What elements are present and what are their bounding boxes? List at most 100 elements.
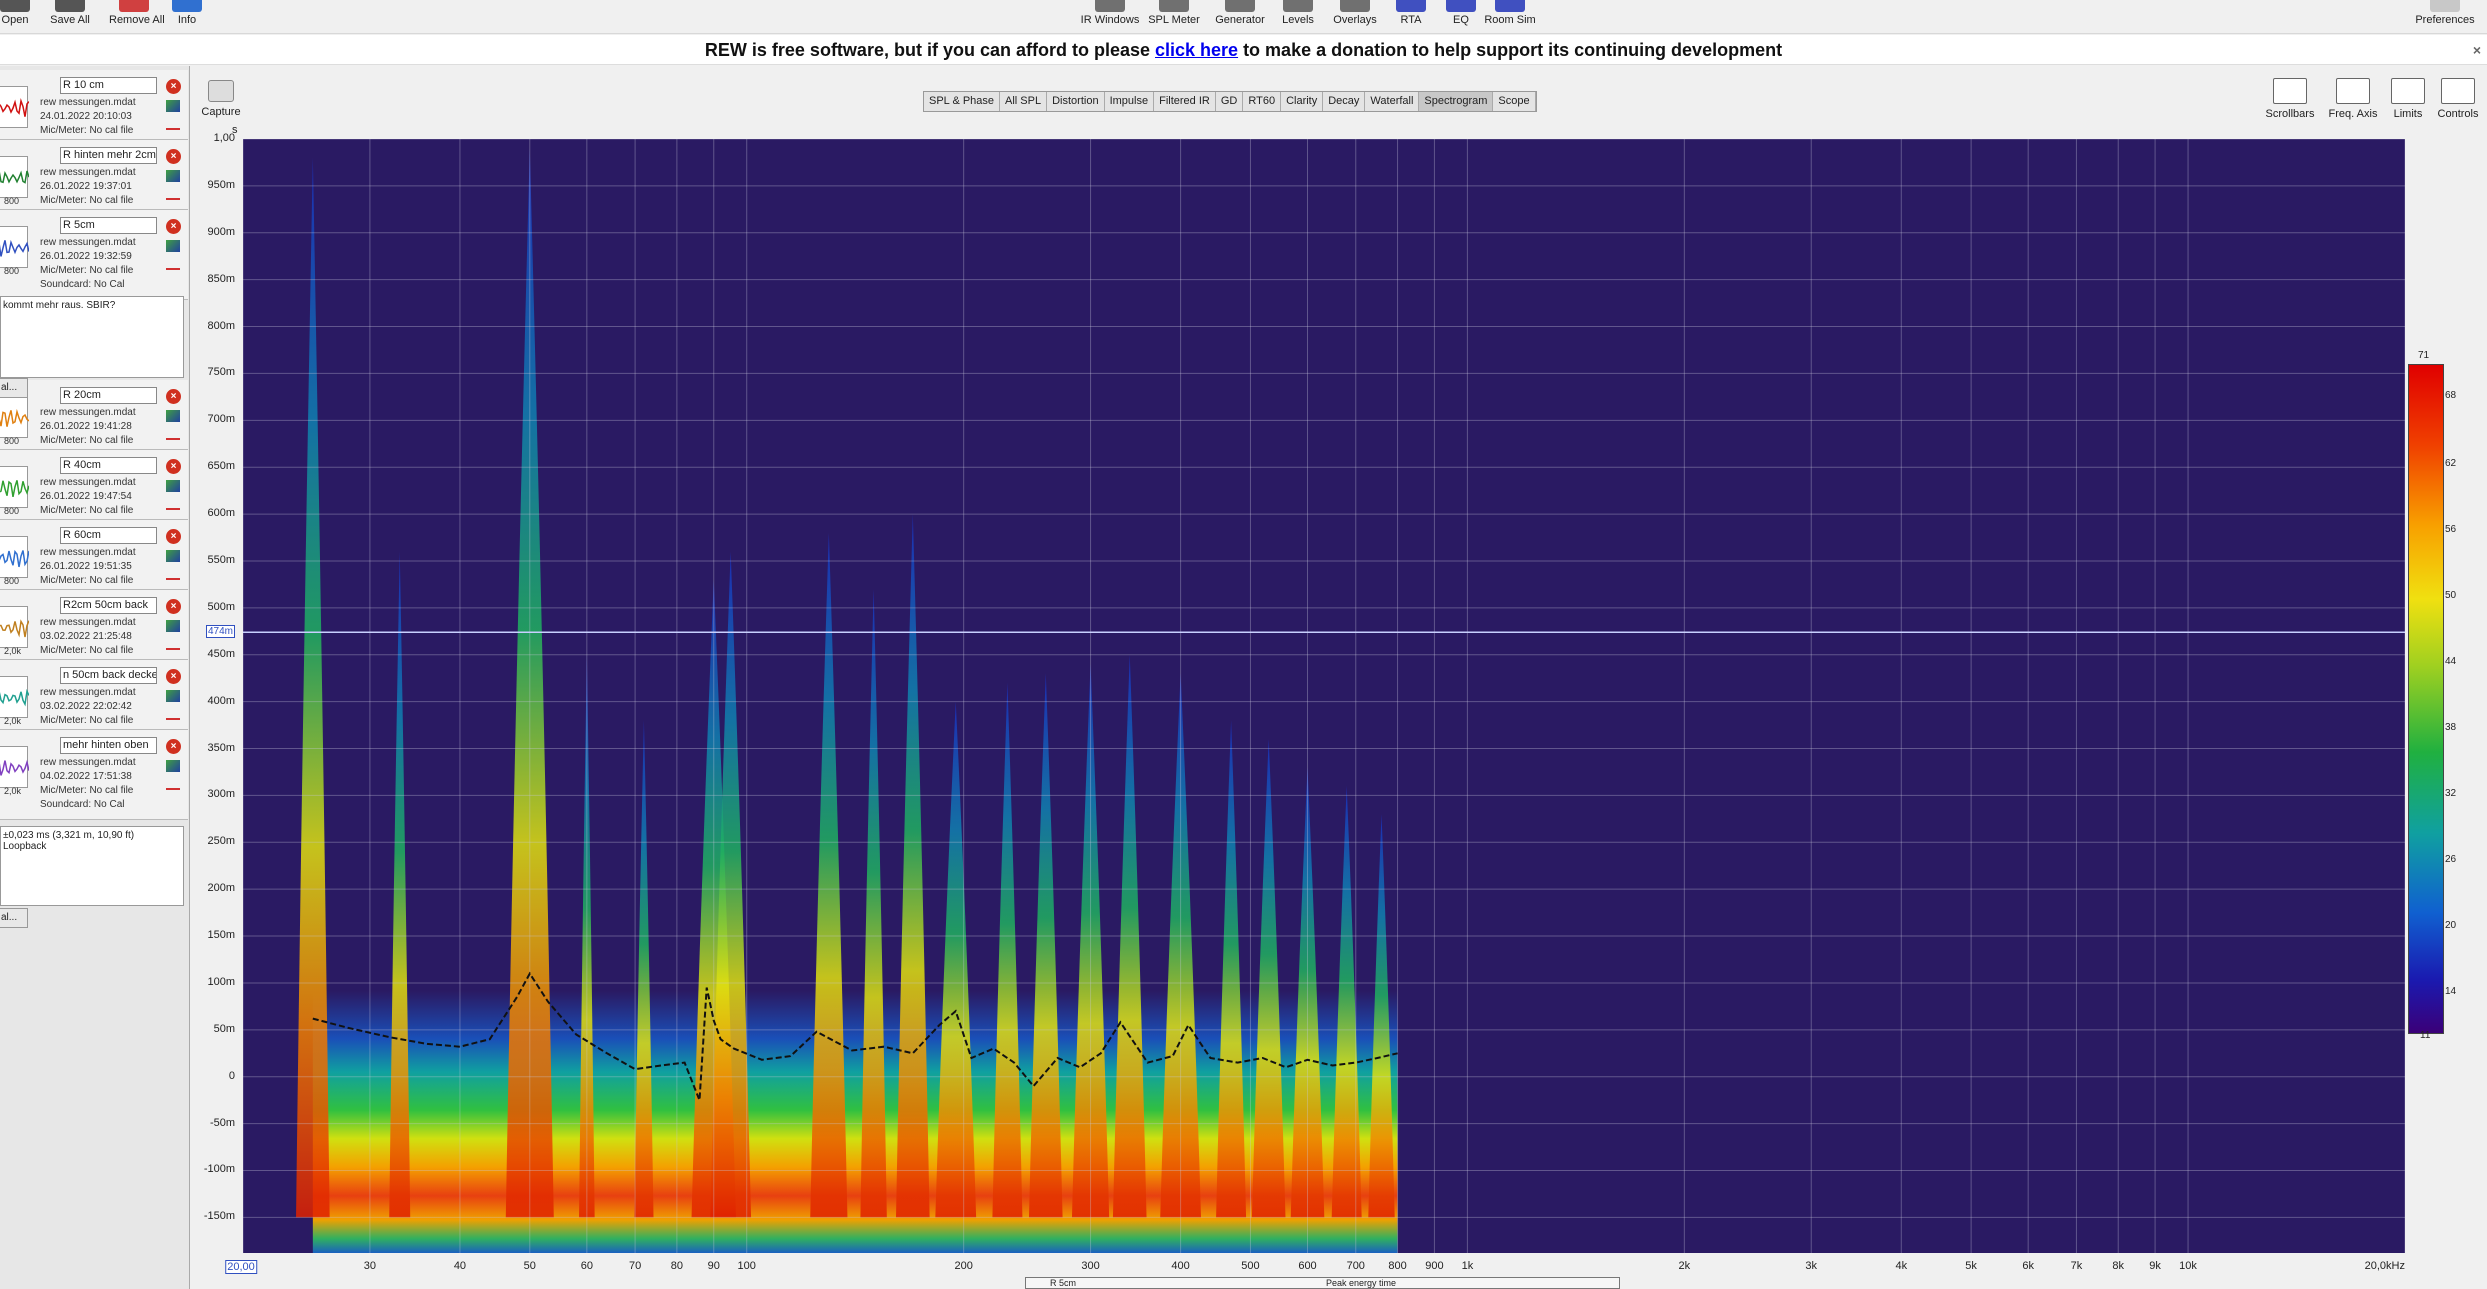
tab-distortion[interactable]: Distortion [1047,92,1105,111]
measurement-date: 26.01.2022 19:47:54 [40,491,132,502]
thumb-range: 800 [4,576,20,586]
room-sim-button[interactable]: Room Sim [1478,0,1542,32]
edit-pen-icon[interactable] [166,568,180,580]
remove-measurement-icon[interactable]: × [166,529,181,544]
x-tick-label: 200 [954,1260,973,1272]
color-chart-icon[interactable] [166,760,180,772]
edit-pen-icon[interactable] [166,118,180,130]
measurement-card[interactable]: 800 R 5cm rew messungen.mdat 26.01.2022 19:… [0,210,188,300]
measurement-card[interactable]: 800 R 40cm rew messungen.mdat 26.01.2022 19… [0,450,188,520]
generator-button[interactable]: Generator [1208,0,1272,32]
tab-spl-phase[interactable]: SPL & Phase [924,92,1001,111]
preferences-button[interactable]: Preferences [2410,0,2480,32]
measurement-sidebar: R 10 cm rew messungen.mdat 24.01.2022 20:1… [0,66,190,1289]
measurement-thumbnail[interactable] [0,86,30,128]
controls-button[interactable]: Controls [2430,78,2486,120]
measurement-name-field[interactable]: R 40cm [60,457,157,474]
edit-pen-icon[interactable] [166,188,180,200]
banner-close-button[interactable]: × [2473,35,2481,65]
notes-box-1[interactable]: kommt mehr raus. SBIR? [0,296,184,378]
y-tick-label: 850m [207,272,235,285]
edit-pen-icon[interactable] [166,708,180,720]
measurement-card[interactable]: 800 R 60cm rew messungen.mdat 26.01.2022 19… [0,520,188,590]
remove-measurement-icon[interactable]: × [166,219,181,234]
tab-scope[interactable]: Scope [1493,92,1536,111]
tab-all-spl[interactable]: All SPL [1000,92,1048,111]
remove-measurement-icon[interactable]: × [166,669,181,684]
remove-measurement-icon[interactable]: × [166,389,181,404]
donation-link[interactable]: click here [1155,40,1238,60]
edit-pen-icon[interactable] [166,638,180,650]
x-tick-label: 900 [1425,1260,1444,1272]
spl-meter-icon [1159,0,1189,12]
remove-measurement-icon[interactable]: × [166,739,181,754]
measurement-name-field[interactable]: R 10 cm [60,77,157,94]
measurement-card[interactable]: 800 R 20cm rew messungen.mdat 26.01.2022 19… [0,380,188,450]
measurement-card[interactable]: 2,0k R2cm 50cm back rew messungen.mdat 03.0… [0,590,188,660]
measurement-name-field[interactable]: R 60cm [60,527,157,544]
measurement-name-field[interactable]: R hinten mehr 2cm [60,147,157,164]
edit-pen-icon[interactable] [166,778,180,790]
color-chart-icon[interactable] [166,480,180,492]
measurement-card[interactable]: 2,0k n 50cm back decke rew messungen.mdat 0… [0,660,188,730]
spl-meter-button[interactable]: SPL Meter [1142,0,1206,32]
measurement-card[interactable]: 2,0k mehr hinten oben rew messungen.mdat 04… [0,730,188,820]
x-tick-label: 10k [2179,1260,2197,1272]
capture-button[interactable]: Capture [198,80,244,118]
measurement-thumbnail[interactable] [0,226,30,268]
measurement-thumbnail[interactable] [0,606,30,648]
measurement-thumbnail[interactable] [0,676,30,718]
measurement-name-field[interactable]: R 5cm [60,217,157,234]
open-button[interactable]: Open [0,0,40,32]
cal-button-1[interactable]: al... [0,378,28,398]
color-chart-icon[interactable] [166,550,180,562]
measurement-file: rew messungen.mdat [40,407,136,418]
color-chart-icon[interactable] [166,170,180,182]
ir-windows-button[interactable]: IR Windows [1078,0,1142,32]
save-all-button[interactable]: Save All [45,0,95,32]
measurement-thumbnail[interactable] [0,466,30,508]
notes-box-2[interactable]: ±0,023 ms (3,321 m, 10,90 ft) Loopback [0,826,184,906]
edit-pen-icon[interactable] [166,428,180,440]
freq-axis-button[interactable]: Freq. Axis [2325,78,2381,120]
color-chart-icon[interactable] [166,100,180,112]
edit-pen-icon[interactable] [166,498,180,510]
tab-rt60[interactable]: RT60 [1243,92,1282,111]
info-button[interactable]: Info [162,0,212,32]
tab-clarity[interactable]: Clarity [1281,92,1324,111]
measurement-name-field[interactable]: n 50cm back decke [60,667,157,684]
limits-button[interactable]: Limits [2380,78,2436,120]
color-chart-icon[interactable] [166,240,180,252]
remove-measurement-icon[interactable]: × [166,599,181,614]
tab-gd[interactable]: GD [1216,92,1244,111]
measurement-thumbnail[interactable] [0,536,30,578]
measurement-thumbnail[interactable] [0,396,30,438]
cursor-time-label[interactable]: 474m [205,625,235,639]
measurement-thumbnail[interactable] [0,156,30,198]
edit-pen-icon[interactable] [166,258,180,270]
tab-filtered-ir[interactable]: Filtered IR [1154,92,1216,111]
tab-decay[interactable]: Decay [1323,92,1366,111]
spectrogram-plot[interactable] [243,139,2405,1253]
color-chart-icon[interactable] [166,410,180,422]
tab-impulse[interactable]: Impulse [1105,92,1155,111]
color-chart-icon[interactable] [166,690,180,702]
cal-button-2[interactable]: al... [0,908,28,928]
remove-measurement-icon[interactable]: × [166,79,181,94]
remove-all-button[interactable]: Remove All [109,0,165,32]
tab-waterfall[interactable]: Waterfall [1365,92,1420,111]
remove-measurement-icon[interactable]: × [166,149,181,164]
measurement-thumbnail[interactable] [0,746,30,788]
measurement-name-field[interactable]: R 20cm [60,387,157,404]
measurement-name-field[interactable]: mehr hinten oben [60,737,157,754]
color-chart-icon[interactable] [166,620,180,632]
scrollbars-button[interactable]: Scrollbars [2262,78,2318,120]
remove-measurement-icon[interactable]: × [166,459,181,474]
measurement-card[interactable]: 800 R hinten mehr 2cm rew messungen.mdat 26… [0,140,188,210]
overlays-button[interactable]: Overlays [1323,0,1387,32]
measurement-name-field[interactable]: R2cm 50cm back [60,597,157,614]
levels-button[interactable]: Levels [1266,0,1330,32]
y-tick-label: 750m [207,366,235,379]
measurement-card[interactable]: R 10 cm rew messungen.mdat 24.01.2022 20:1… [0,70,188,140]
tab-spectrogram[interactable]: Spectrogram [1419,92,1494,111]
